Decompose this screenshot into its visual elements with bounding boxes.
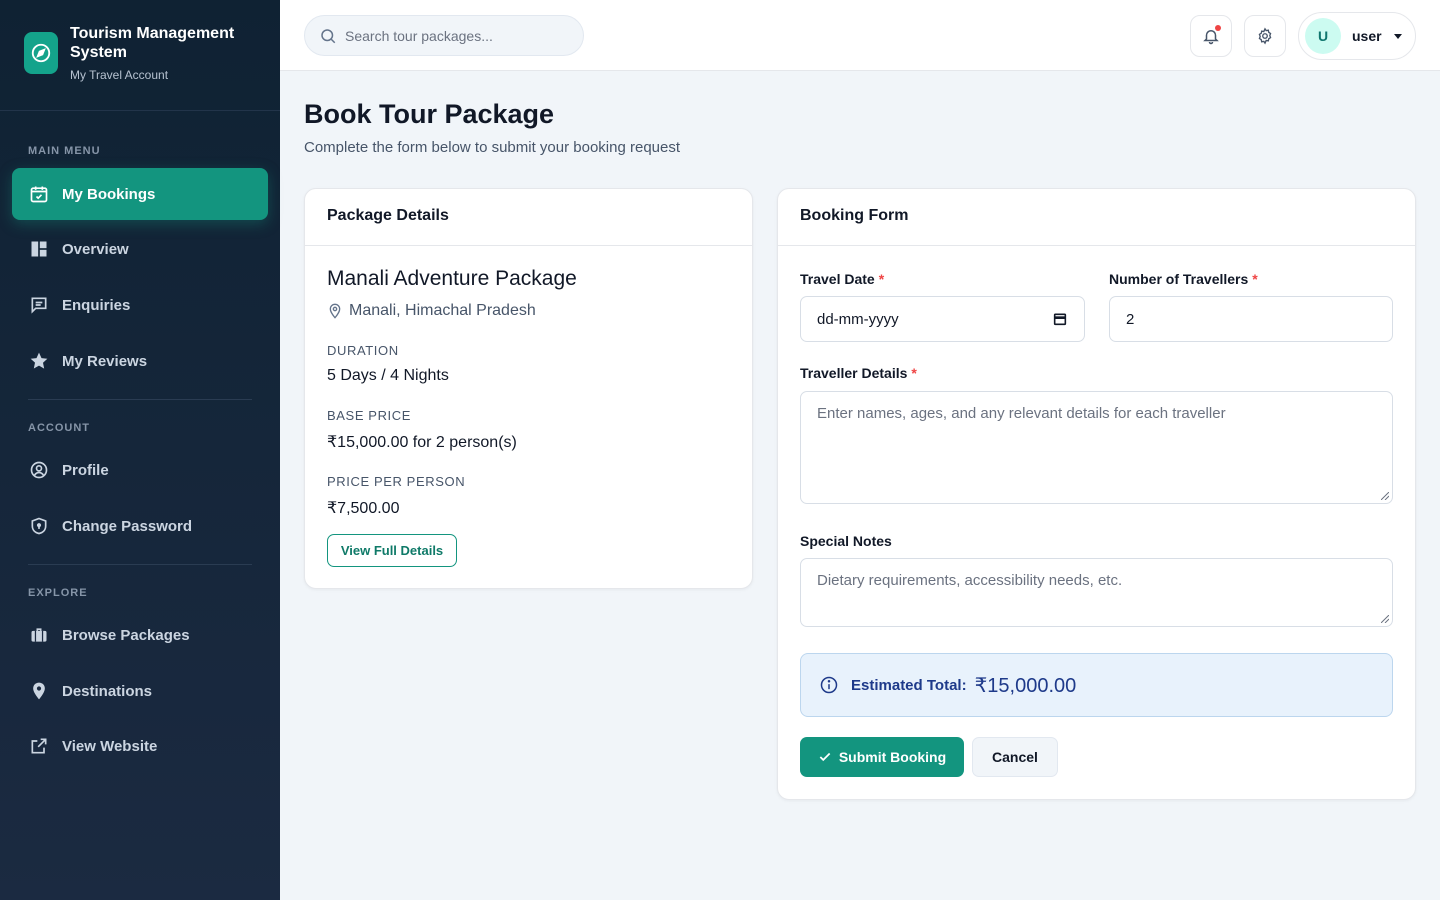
topbar: U user xyxy=(280,0,1440,71)
sidebar-item-label: My Reviews xyxy=(62,352,148,370)
user-menu[interactable]: U user xyxy=(1298,12,1416,60)
estimated-total-value: ₹15,000.00 xyxy=(974,674,1077,697)
estimated-total-box: Estimated Total: ₹15,000.00 xyxy=(800,653,1393,717)
travel-date-label: Travel Date * xyxy=(800,271,884,287)
textarea-placeholder: Enter names, ages, and any relevant deta… xyxy=(817,405,1226,422)
brand-subtitle: My Travel Account xyxy=(70,68,169,82)
page-title: Book Tour Package xyxy=(304,99,555,129)
compass-icon xyxy=(24,32,58,74)
sidebar-item-browse-packages[interactable]: Browse Packages xyxy=(12,609,268,661)
calendar-icon[interactable] xyxy=(1052,311,1068,327)
brand-title: Tourism Management System xyxy=(70,25,235,61)
submit-booking-button[interactable]: Submit Booking xyxy=(800,737,964,777)
sidebar-divider xyxy=(28,399,252,400)
external-link-icon xyxy=(28,735,50,757)
sidebar-item-overview[interactable]: Overview xyxy=(12,223,268,275)
travellers-label: Number of Travellers * xyxy=(1109,271,1258,287)
user-circle-icon xyxy=(28,459,50,481)
sidebar-item-label: View Website xyxy=(62,737,158,755)
package-location: Manali, Himachal Pradesh xyxy=(327,302,536,320)
sidebar-item-change-password[interactable]: Change Password xyxy=(12,500,268,552)
view-full-details-button[interactable]: View Full Details xyxy=(327,534,457,567)
special-notes-textarea[interactable]: Dietary requirements, accessibility need… xyxy=(800,558,1393,627)
sidebar-item-label: Destinations xyxy=(62,682,153,700)
resize-handle-icon[interactable] xyxy=(1381,492,1389,500)
required-mark: * xyxy=(911,365,917,381)
base-price-value: ₹15,000.00 for 2 person(s) xyxy=(327,434,517,451)
cancel-button[interactable]: Cancel xyxy=(972,737,1058,777)
travellers-input[interactable]: 2 xyxy=(1109,296,1393,342)
section-label-explore: EXPLORE xyxy=(28,587,88,599)
label-text: Number of Travellers xyxy=(1109,271,1249,287)
sidebar-item-destinations[interactable]: Destinations xyxy=(12,665,268,717)
section-label-main: MAIN MENU xyxy=(28,145,101,157)
brand: Tourism Management System My Travel Acco… xyxy=(0,0,280,111)
calendar-check-icon xyxy=(28,183,50,205)
button-label: Submit Booking xyxy=(838,749,947,765)
search-icon xyxy=(319,27,337,45)
dashboard-icon xyxy=(28,238,50,260)
location-text: Manali, Himachal Pradesh xyxy=(349,302,536,319)
suitcase-icon xyxy=(28,624,50,646)
traveller-details-label: Traveller Details * xyxy=(800,365,917,381)
resize-handle-icon[interactable] xyxy=(1381,615,1389,623)
gear-icon xyxy=(1256,27,1274,45)
duration-value: 5 Days / 4 Nights xyxy=(327,367,449,384)
travel-date-input[interactable]: dd-mm-yyyy xyxy=(800,296,1085,342)
info-icon xyxy=(819,675,839,695)
shield-icon xyxy=(28,515,50,537)
package-name: Manali Adventure Package xyxy=(327,267,577,290)
notifications-button[interactable] xyxy=(1190,15,1232,57)
duration-label: DURATION xyxy=(327,343,399,358)
package-details-card: Package Details Manali Adventure Package… xyxy=(304,188,753,589)
map-pin-icon xyxy=(28,680,50,702)
special-notes-label: Special Notes xyxy=(800,533,892,549)
sidebar-divider xyxy=(28,564,252,565)
sidebar-item-label: Enquiries xyxy=(62,296,131,314)
label-text: Traveller Details xyxy=(800,365,908,381)
sidebar-item-view-website[interactable]: View Website xyxy=(12,720,268,772)
sidebar-item-label: Browse Packages xyxy=(62,626,190,644)
label-text: Travel Date xyxy=(800,271,875,287)
sidebar: Tourism Management System My Travel Acco… xyxy=(0,0,280,900)
sidebar-item-label: Overview xyxy=(62,240,129,258)
avatar: U xyxy=(1305,18,1341,54)
chevron-down-icon xyxy=(1393,33,1402,39)
sidebar-item-my-bookings[interactable]: My Bookings xyxy=(12,168,268,220)
sidebar-item-my-reviews[interactable]: My Reviews xyxy=(12,335,268,387)
star-icon xyxy=(28,350,50,372)
section-label-account: ACCOUNT xyxy=(28,422,90,434)
user-name: user xyxy=(1352,28,1382,44)
message-icon xyxy=(28,294,50,316)
sidebar-item-label: Profile xyxy=(62,461,109,479)
sidebar-item-label: Change Password xyxy=(62,517,193,535)
search-box[interactable] xyxy=(304,15,584,56)
page-subtitle: Complete the form below to submit your b… xyxy=(304,139,681,156)
required-mark: * xyxy=(878,271,885,287)
price-per-person-value: ₹7,500.00 xyxy=(327,500,400,517)
check-icon xyxy=(818,750,832,764)
sidebar-item-profile[interactable]: Profile xyxy=(12,444,268,496)
settings-button[interactable] xyxy=(1244,15,1286,57)
textarea-placeholder: Dietary requirements, accessibility need… xyxy=(817,572,1123,589)
price-per-person-label: PRICE PER PERSON xyxy=(327,474,466,489)
card-header: Booking Form xyxy=(778,189,1415,246)
travellers-value: 2 xyxy=(1126,310,1135,328)
estimated-total-label: Estimated Total: xyxy=(851,676,967,694)
search-input[interactable] xyxy=(345,27,565,44)
sidebar-item-label: My Bookings xyxy=(62,185,156,203)
required-mark: * xyxy=(1252,271,1258,287)
map-pin-icon xyxy=(327,303,343,319)
sidebar-item-enquiries[interactable]: Enquiries xyxy=(12,279,268,331)
date-value: dd-mm-yyyy xyxy=(817,310,899,328)
traveller-details-textarea[interactable]: Enter names, ages, and any relevant deta… xyxy=(800,391,1393,504)
card-header: Package Details xyxy=(305,189,752,246)
notification-dot xyxy=(1215,25,1221,31)
base-price-label: BASE PRICE xyxy=(327,408,412,423)
booking-form-card: Booking Form Travel Date * dd-mm-yyyy Num… xyxy=(777,188,1416,800)
